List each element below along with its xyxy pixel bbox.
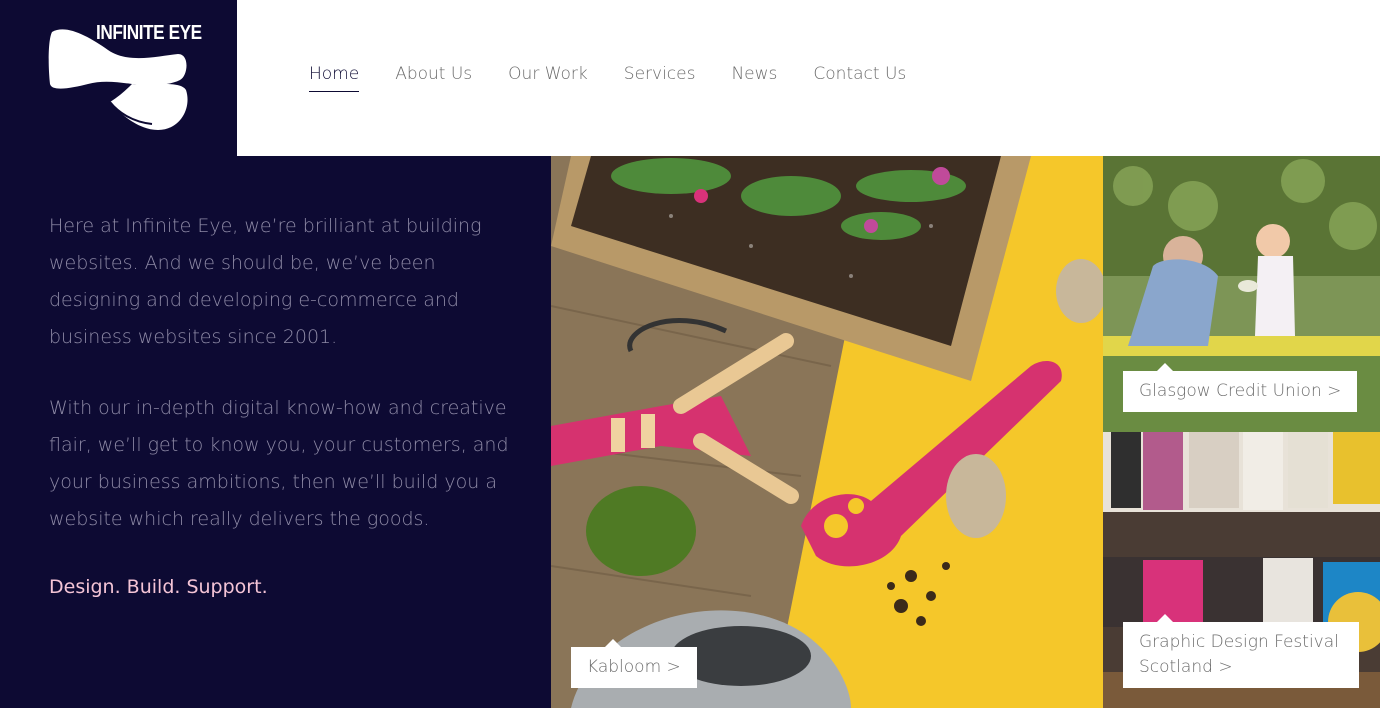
kabloom-tile[interactable]: Kabloom > [551,156,1103,708]
nav-about-us[interactable]: About Us [395,64,472,92]
nav-contact-us[interactable]: Contact Us [813,64,906,92]
tagline: Design. Build. Support. [49,576,268,598]
glasgow-credit-union-tile[interactable]: Glasgow Credit Union > [1103,156,1380,432]
nav-services[interactable]: Services [624,64,696,92]
glasgow-credit-union-link[interactable]: Glasgow Credit Union > [1123,363,1358,412]
intro-paragraph: Here at Infinite Eye, we’re brilliant at… [49,215,482,348]
intro-panel: Here at Infinite Eye, we’re brilliant at… [0,156,551,708]
intro-paragraph: With our in-depth digital know-how and c… [49,397,509,530]
main-nav: Home About Us Our Work Services News Con… [309,64,906,92]
graphic-design-festival-tile[interactable]: Graphic Design Festival Scotland > [1103,432,1380,708]
logo[interactable]: INFINITE EYE [0,0,237,156]
nav-home[interactable]: Home [309,64,360,92]
graphic-design-festival-link[interactable]: Graphic Design Festival Scotland > [1123,614,1359,688]
brand-name: INFINITE EYE [96,22,202,44]
nav-our-work[interactable]: Our Work [508,64,588,92]
kabloom-link[interactable]: Kabloom > [571,639,697,688]
page: INFINITE EYE Home About Us Our Work Serv… [0,0,1380,708]
kabloom-image [551,156,1103,708]
top-navbar: Home About Us Our Work Services News Con… [237,0,1380,156]
nav-news[interactable]: News [731,64,777,92]
